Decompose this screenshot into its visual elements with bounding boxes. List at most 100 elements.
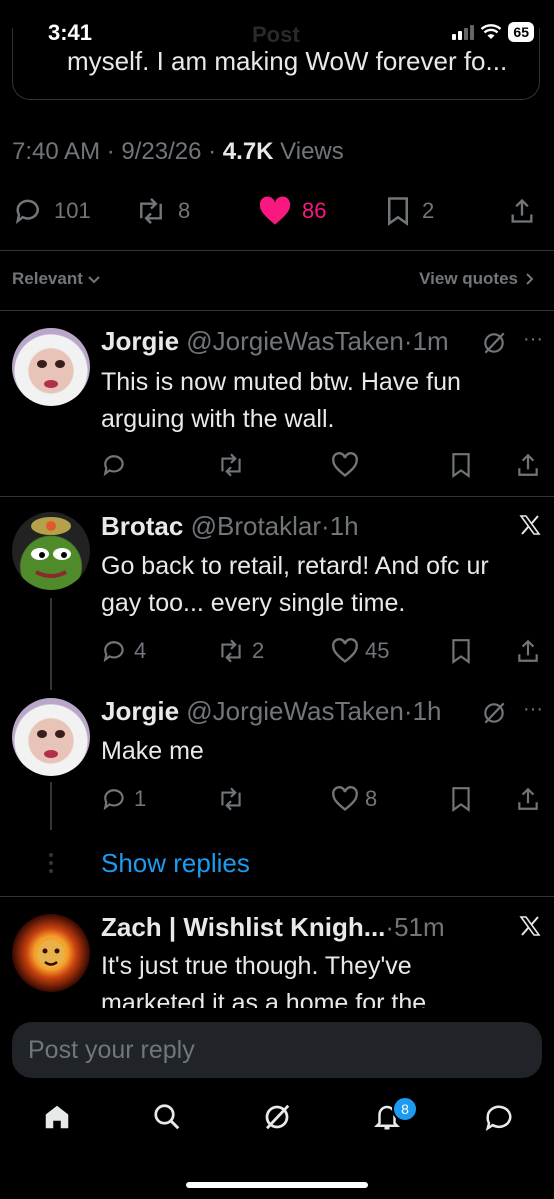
avatar-face-icon [37, 360, 65, 388]
post-date: 9/23/26 [121, 138, 202, 165]
author-name[interactable]: Brotac [101, 511, 183, 541]
avatar-pepe-icon [31, 517, 71, 578]
post-meta: 7:40 AM · 9/23/26 · 4.7K Views [12, 138, 344, 165]
repost-icon [221, 787, 241, 811]
view-quotes-label: View quotes [419, 269, 518, 288]
reply-header: Zach | Wishlist Knigh...·51m [101, 912, 445, 942]
home-icon[interactable] [42, 1102, 72, 1132]
reply-header: Jorgie @JorgieWasTaken·1m [101, 326, 449, 356]
reply-time: 1h [329, 511, 359, 541]
repost-icon [221, 453, 241, 477]
like-count: 45 [365, 638, 390, 663]
reply-button[interactable]: 4 [102, 638, 146, 664]
heart-icon [332, 638, 358, 663]
sort-label: Relevant [12, 269, 83, 288]
home-indicator [186, 1182, 368, 1188]
bookmark-icon [388, 197, 408, 226]
thread-line [50, 598, 52, 690]
grok-icon[interactable] [262, 1102, 292, 1132]
more-options-icon[interactable]: ··· [523, 328, 543, 351]
author-handle[interactable]: @JorgieWasTaken [186, 326, 404, 356]
reply-icon [103, 641, 124, 663]
like-button[interactable]: 45 [331, 638, 389, 664]
share-button[interactable] [508, 196, 536, 226]
author-name[interactable]: Jorgie [101, 326, 179, 356]
post-time: 7:40 AM [12, 138, 101, 165]
author-name[interactable]: Jorgie [101, 696, 179, 726]
share-icon [511, 198, 533, 223]
like-count-button[interactable]: 86 [258, 196, 326, 226]
divider [0, 310, 554, 311]
share-icon[interactable] [515, 452, 541, 478]
grok-icon[interactable] [481, 330, 507, 356]
avatar-face-icon [37, 730, 65, 758]
repost-button[interactable]: 2 [216, 638, 264, 664]
bookmark-icon[interactable] [450, 786, 472, 812]
chevron-down-icon [88, 276, 100, 284]
battery-indicator: 65 [508, 22, 534, 42]
reply-count: 4 [134, 638, 147, 663]
reply-icon [103, 789, 124, 811]
heart-icon [332, 452, 358, 477]
thread-dots-icon [49, 853, 53, 873]
like-count: 8 [365, 786, 378, 811]
reply-count: 1 [134, 786, 147, 811]
avatar[interactable] [12, 328, 90, 406]
sort-replies-dropdown[interactable]: Relevant [12, 269, 101, 289]
avatar[interactable] [12, 512, 90, 590]
repost-button[interactable] [216, 452, 252, 478]
like-count: 86 [302, 198, 327, 223]
signal-icon [452, 25, 475, 40]
page-title-ghost: Post [252, 22, 300, 47]
thread-line [50, 782, 52, 830]
bottom-tab-bar: 8 [0, 1092, 554, 1152]
heart-icon [332, 786, 358, 811]
x-logo-icon [519, 916, 541, 936]
bookmark-count: 2 [422, 198, 435, 223]
like-button[interactable] [331, 452, 365, 478]
author-name[interactable]: Zach | Wishlist Knigh... [101, 912, 385, 942]
search-icon[interactable] [152, 1102, 182, 1132]
reply-button[interactable] [102, 452, 134, 478]
reply-time: 51m [394, 912, 445, 942]
repost-count-button[interactable]: 8 [134, 196, 190, 226]
view-quotes-link[interactable]: View quotes [419, 269, 536, 289]
grok-icon[interactable] [481, 700, 507, 726]
status-icons: 65 [452, 22, 534, 42]
repost-icon [221, 639, 241, 663]
repost-count: 8 [178, 198, 191, 223]
reply-time: 1h [412, 696, 442, 726]
reply-count: 101 [54, 198, 91, 223]
bookmark-icon[interactable] [450, 638, 472, 664]
views-label: Views [280, 138, 344, 165]
avatar[interactable] [12, 914, 90, 992]
share-icon[interactable] [515, 786, 541, 812]
divider [0, 896, 554, 897]
wifi-icon [481, 24, 502, 39]
bookmark-icon[interactable] [450, 452, 472, 478]
bookmark-count-button[interactable]: 2 [384, 196, 434, 226]
reply-icon [103, 455, 124, 477]
views-count: 4.7K [222, 138, 274, 165]
avatar[interactable] [12, 698, 90, 776]
share-icon[interactable] [515, 638, 541, 664]
reply-text: Go back to retail, retard! And ofc ur ga… [101, 552, 489, 617]
like-button[interactable]: 8 [331, 786, 377, 812]
reply-text: It's just true though. They've marketed … [101, 952, 427, 1008]
author-handle[interactable]: @Brotaklar [191, 511, 321, 541]
messages-icon[interactable] [484, 1102, 514, 1132]
reply-input[interactable]: Post your reply [12, 1022, 542, 1078]
heart-filled-icon [259, 196, 291, 225]
reply-button[interactable]: 1 [102, 786, 146, 812]
reply-text: This is now muted btw. Have fun arguing … [101, 368, 461, 433]
reply-count-button[interactable]: 101 [14, 196, 91, 226]
author-handle[interactable]: @JorgieWasTaken [186, 696, 404, 726]
show-replies-link[interactable]: Show replies [101, 848, 250, 879]
repost-count: 2 [252, 638, 265, 663]
notifications-badge: 8 [392, 1096, 418, 1122]
repost-button[interactable] [216, 786, 252, 812]
avatar-lion-icon [37, 940, 65, 968]
divider [0, 250, 554, 251]
more-options-icon[interactable]: ··· [523, 698, 543, 721]
reply-text: Make me [101, 737, 204, 765]
